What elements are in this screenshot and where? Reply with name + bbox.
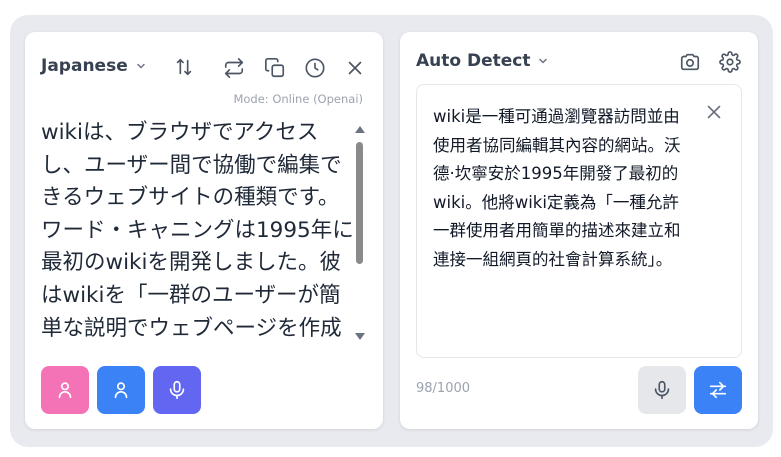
mode-status: Mode: Online (Openai): [233, 92, 363, 106]
microphone-button[interactable]: [638, 366, 686, 414]
female-voice-button[interactable]: [41, 366, 89, 414]
person-icon: [114, 382, 128, 399]
target-panel: Auto Detect wiki是一種可通過瀏覽器訪問並由使用者協同編輯其內容的…: [400, 32, 758, 429]
scrollbar[interactable]: [353, 124, 367, 342]
target-language-label: Auto Detect: [416, 51, 531, 71]
source-language-select[interactable]: Japanese: [41, 56, 147, 76]
close-icon[interactable]: [342, 55, 368, 81]
source-language-label: Japanese: [41, 56, 128, 76]
translate-icon: [709, 381, 727, 399]
person-icon: [58, 382, 72, 399]
input-text[interactable]: wiki是一種可通過瀏覽器訪問並由使用者協同編輯其內容的網站。沃德·坎寧安於19…: [433, 103, 695, 274]
camera-icon[interactable]: [677, 49, 703, 75]
input-textarea[interactable]: wiki是一種可通過瀏覽器訪問並由使用者協同編輯其內容的網站。沃德·坎寧安於19…: [416, 84, 742, 358]
scroll-thumb[interactable]: [356, 142, 363, 264]
swap-vertical-icon[interactable]: [171, 54, 197, 80]
microphone-icon: [654, 380, 670, 400]
chevron-down-icon: [136, 63, 145, 69]
copy-icon[interactable]: [262, 55, 288, 81]
target-language-select[interactable]: Auto Detect: [416, 51, 549, 71]
chevron-down-icon: [539, 58, 548, 64]
microphone-icon: [169, 380, 185, 400]
source-text: wikiは、ブラウザでアクセスし、ユーザー間で協働で編集できるウェブサイトの種類…: [41, 120, 354, 341]
swap-arrows-icon[interactable]: [221, 55, 247, 81]
scroll-down-arrow-icon[interactable]: [355, 333, 365, 340]
microphone-button[interactable]: [153, 366, 201, 414]
male-voice-button[interactable]: [97, 366, 145, 414]
char-count: 98/1000: [416, 381, 471, 396]
history-icon[interactable]: [302, 55, 328, 81]
source-panel: Japanese Mode: Online (Openai) wikiは、ブラウ…: [25, 32, 383, 429]
translate-button[interactable]: [694, 366, 742, 414]
gear-icon[interactable]: [717, 49, 743, 75]
clear-icon[interactable]: [703, 101, 725, 123]
scroll-up-arrow-icon[interactable]: [355, 126, 365, 133]
